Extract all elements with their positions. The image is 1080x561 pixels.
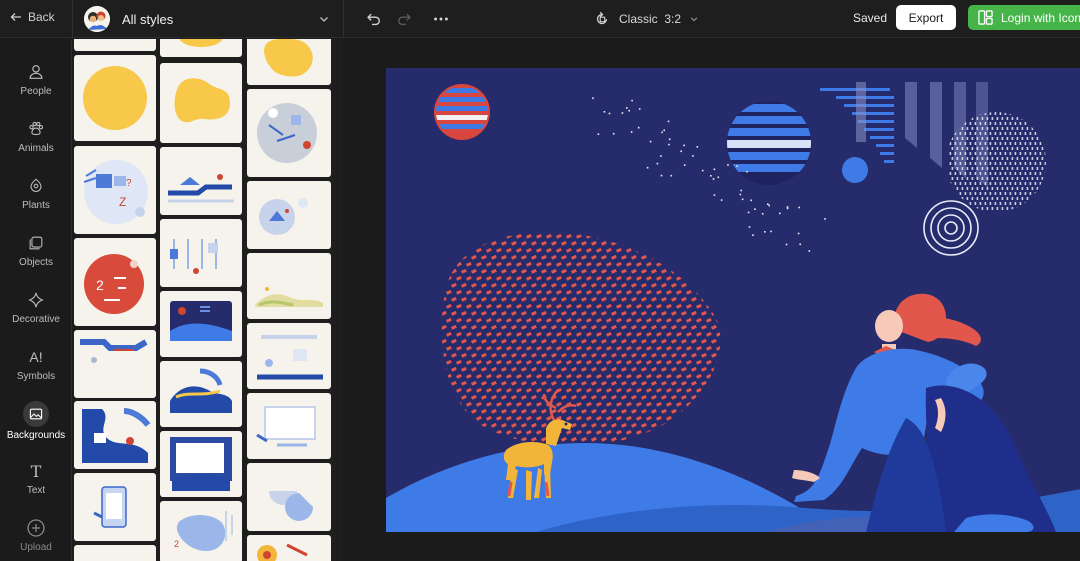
saved-status: Saved <box>853 11 888 25</box>
background-thumbnail[interactable] <box>160 147 242 215</box>
background-thumbnail[interactable] <box>247 323 331 389</box>
top-bar: Back All styles Classic 3:2 Saved Export… <box>0 0 1080 38</box>
objects-icon <box>25 232 47 254</box>
background-thumbnail[interactable] <box>160 39 242 57</box>
nav-label: Text <box>26 485 46 496</box>
redo-icon <box>398 13 411 26</box>
more-options-button[interactable] <box>430 8 452 30</box>
background-thumbnail[interactable]: Z? <box>74 146 156 234</box>
nav-item-objects[interactable]: Objects <box>0 226 72 276</box>
background-thumbnail[interactable] <box>247 181 331 249</box>
login-button[interactable]: Login with Icons8 <box>968 5 1080 30</box>
background-thumbnail[interactable]: 2 <box>160 501 242 561</box>
background-thumbnail[interactable] <box>247 39 331 85</box>
style-avatar <box>84 6 110 32</box>
background-thumbnail[interactable] <box>247 393 331 459</box>
divider <box>72 0 73 38</box>
divider <box>343 0 344 38</box>
upload-icon <box>25 517 47 539</box>
background-thumbnail[interactable]: 2 <box>74 238 156 326</box>
background-thumbnail[interactable] <box>160 361 242 427</box>
background-thumbnail[interactable] <box>160 63 242 143</box>
image-icon <box>23 401 49 427</box>
nav-label: Upload <box>20 542 52 553</box>
chevron-down-icon <box>690 17 698 22</box>
background-thumbnail[interactable] <box>74 39 156 51</box>
background-thumbnail[interactable] <box>160 219 242 287</box>
text-glyph: T <box>30 461 42 481</box>
nav-item-people[interactable]: People <box>0 55 72 105</box>
export-button[interactable]: Export <box>896 5 956 30</box>
nav-item-decorative[interactable]: Decorative <box>0 283 72 333</box>
nav-item-animals[interactable]: Animals <box>0 112 72 162</box>
redo-button[interactable] <box>394 8 416 30</box>
sparkle-icon <box>25 289 47 311</box>
more-horizontal-icon <box>434 17 448 21</box>
nav-item-symbols[interactable]: A! Symbols <box>0 340 72 390</box>
background-thumbnail[interactable] <box>74 473 156 541</box>
artboard[interactable] <box>386 68 1080 532</box>
back-label: Back <box>28 10 55 24</box>
person-icon <box>25 61 47 83</box>
backgrounds-panel: Z? 2 2 <box>73 39 343 561</box>
nav-label: People <box>20 86 52 97</box>
plant-icon <box>25 175 47 197</box>
style-selector[interactable]: All styles <box>84 5 334 33</box>
background-thumbnail[interactable] <box>247 253 331 319</box>
login-label: Login with Icons8 <box>1001 10 1080 25</box>
svg-text:2: 2 <box>96 277 104 293</box>
svg-text:2: 2 <box>174 539 179 549</box>
background-thumbnail[interactable] <box>74 401 156 469</box>
format-label: Classic 3:2 <box>619 12 682 26</box>
svg-text:?: ? <box>126 178 132 189</box>
nav-label: Symbols <box>16 371 56 382</box>
style-label: All styles <box>122 11 174 27</box>
background-thumbnail[interactable] <box>247 535 331 561</box>
rotate-icon <box>596 11 608 25</box>
canvas-format-selector[interactable]: Classic 3:2 <box>593 8 699 30</box>
nav-label: Plants <box>22 200 50 211</box>
nav-item-text[interactable]: T Text <box>0 454 72 504</box>
undo-icon <box>367 13 380 26</box>
nav-label: Decorative <box>12 314 60 325</box>
symbols-glyph: A! <box>29 349 43 365</box>
nav-item-plants[interactable]: Plants <box>0 169 72 219</box>
background-thumbnail[interactable] <box>74 330 156 398</box>
background-thumbnail[interactable] <box>160 291 242 357</box>
arrow-left-icon <box>10 13 21 21</box>
chevron-down-icon <box>320 17 328 22</box>
back-button[interactable]: Back <box>10 10 55 24</box>
undo-button[interactable] <box>362 8 384 30</box>
background-thumbnail[interactable] <box>74 545 156 561</box>
svg-text:Z: Z <box>119 195 126 209</box>
icons8-logo-icon <box>978 10 993 25</box>
background-thumbnail[interactable] <box>247 463 331 531</box>
background-thumbnail[interactable] <box>74 55 156 141</box>
background-thumbnail[interactable] <box>247 89 331 177</box>
nav-label: Animals <box>18 143 54 154</box>
category-nav: People Animals Plants Objects Decorative… <box>0 39 72 561</box>
nav-item-upload[interactable]: Upload <box>0 511 72 561</box>
nav-label: Objects <box>19 257 53 268</box>
paw-icon <box>25 118 47 140</box>
background-illustration <box>386 68 1080 532</box>
background-thumbnail[interactable] <box>160 431 242 497</box>
nav-label: Backgrounds <box>6 430 66 441</box>
text-icon: T <box>25 460 47 482</box>
nav-item-backgrounds[interactable]: Backgrounds <box>0 397 72 447</box>
symbols-icon: A! <box>25 346 47 368</box>
